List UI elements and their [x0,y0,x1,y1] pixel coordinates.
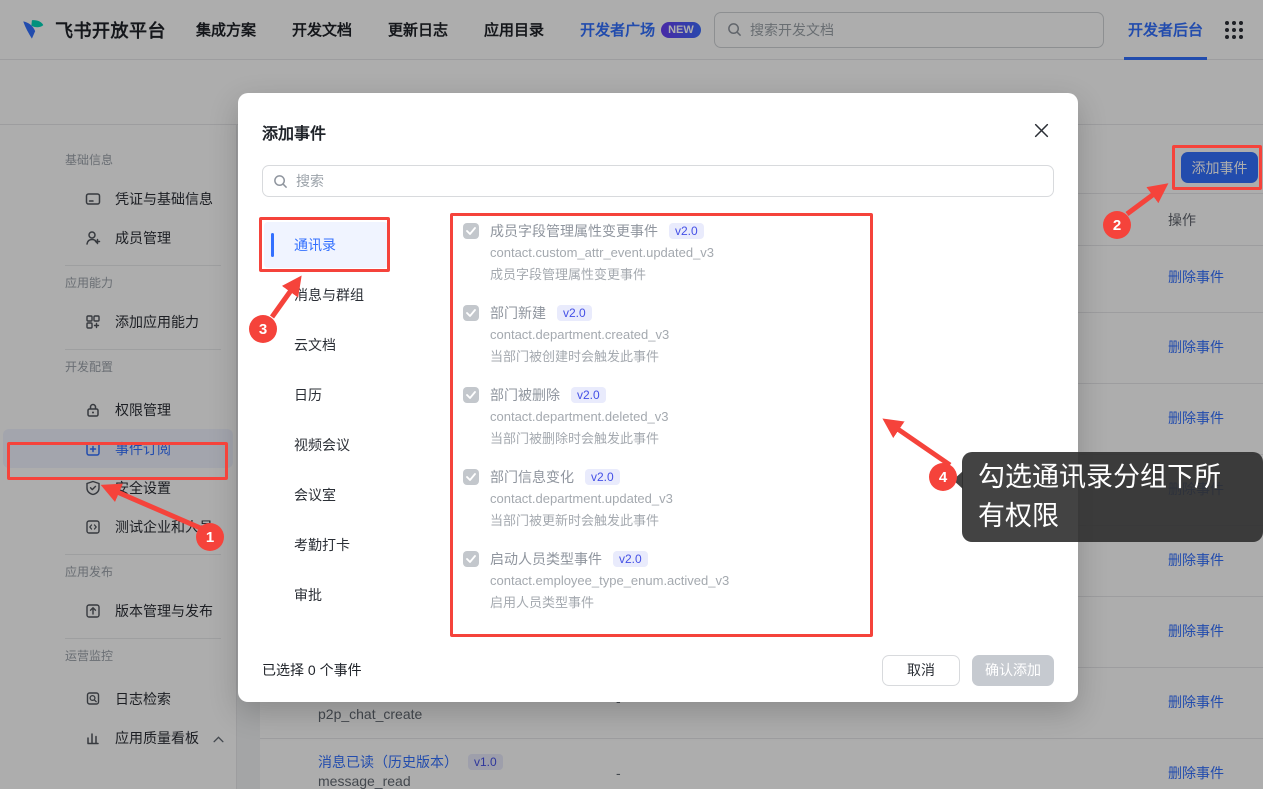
event-item: 启动人员类型事件 v2.0 contact.employee_type_enum… [463,549,873,611]
close-icon[interactable] [1030,119,1052,141]
event-checkbox[interactable] [463,223,479,239]
tab-calendar[interactable]: 日历 [264,372,388,418]
event-item: 部门新建 v2.0 contact.department.created_v3 … [463,303,873,365]
modal-footer: 已选择 0 个事件 取消 确认添加 [262,654,1054,686]
version-badge: v2.0 [557,305,592,321]
annotation-step-1: 1 [196,523,224,551]
event-item: 部门被删除 v2.0 contact.department.deleted_v3… [463,385,873,447]
event-description: 成员字段管理属性变更事件 [490,264,873,283]
event-checkbox[interactable] [463,469,479,485]
modal-title: 添加事件 [262,120,326,144]
event-search-input[interactable] [296,173,1043,189]
event-list: 成员字段管理属性变更事件 v2.0 contact.custom_attr_ev… [450,213,873,637]
event-checkbox[interactable] [463,551,479,567]
tab-approval[interactable]: 审批 [264,572,388,618]
event-title: 部门被删除 [490,385,560,405]
cancel-button[interactable]: 取消 [882,655,960,686]
modal-search[interactable] [262,165,1054,197]
event-title: 部门新建 [490,303,546,323]
version-badge: v2.0 [669,223,704,239]
version-badge: v2.0 [613,551,648,567]
event-category-tabs: 通讯录 消息与群组 云文档 日历 视频会议 会议室 考勤打卡 审批 [264,222,388,622]
annotation-step-3: 3 [249,315,277,343]
event-checkbox[interactable] [463,387,479,403]
add-event-modal: 添加事件 通讯录 消息与群组 云文档 日历 视频会议 会议室 考勤打卡 审批 [238,93,1078,702]
confirm-add-button[interactable]: 确认添加 [972,655,1054,686]
event-title: 启动人员类型事件 [490,549,602,569]
annotation-step-2: 2 [1103,211,1131,239]
tab-cloud-docs[interactable]: 云文档 [264,322,388,368]
tab-attendance[interactable]: 考勤打卡 [264,522,388,568]
event-checkbox[interactable] [463,305,479,321]
annotation-tooltip: 勾选通讯录分组下所有权限 [962,452,1263,542]
event-id: contact.custom_attr_event.updated_v3 [490,245,873,260]
tab-contacts[interactable]: 通讯录 [264,222,388,268]
event-id: contact.employee_type_enum.actived_v3 [490,573,873,588]
tab-messages-groups[interactable]: 消息与群组 [264,272,388,318]
event-item: 部门信息变化 v2.0 contact.department.updated_v… [463,467,873,529]
event-title: 部门信息变化 [490,467,574,487]
tab-meeting-room[interactable]: 会议室 [264,472,388,518]
event-description: 当部门被删除时会触发此事件 [490,428,873,447]
event-title: 成员字段管理属性变更事件 [490,221,658,241]
screen: 飞书开放平台 集成方案 开发文档 更新日志 应用目录 开发者广场 NEW 开发者… [0,0,1263,789]
event-id: contact.department.created_v3 [490,327,873,342]
event-description: 当部门被创建时会触发此事件 [490,346,873,365]
event-id: contact.department.updated_v3 [490,491,873,506]
version-badge: v2.0 [571,387,606,403]
version-badge: v2.0 [585,469,620,485]
event-description: 当部门被更新时会触发此事件 [490,510,873,529]
tab-video-meeting[interactable]: 视频会议 [264,422,388,468]
annotation-step-4: 4 [929,463,957,491]
selected-count-text: 已选择 0 个事件 [262,660,362,680]
event-id: contact.department.deleted_v3 [490,409,873,424]
search-icon [273,174,288,189]
event-item: 成员字段管理属性变更事件 v2.0 contact.custom_attr_ev… [463,221,873,283]
event-description: 启用人员类型事件 [490,592,873,611]
